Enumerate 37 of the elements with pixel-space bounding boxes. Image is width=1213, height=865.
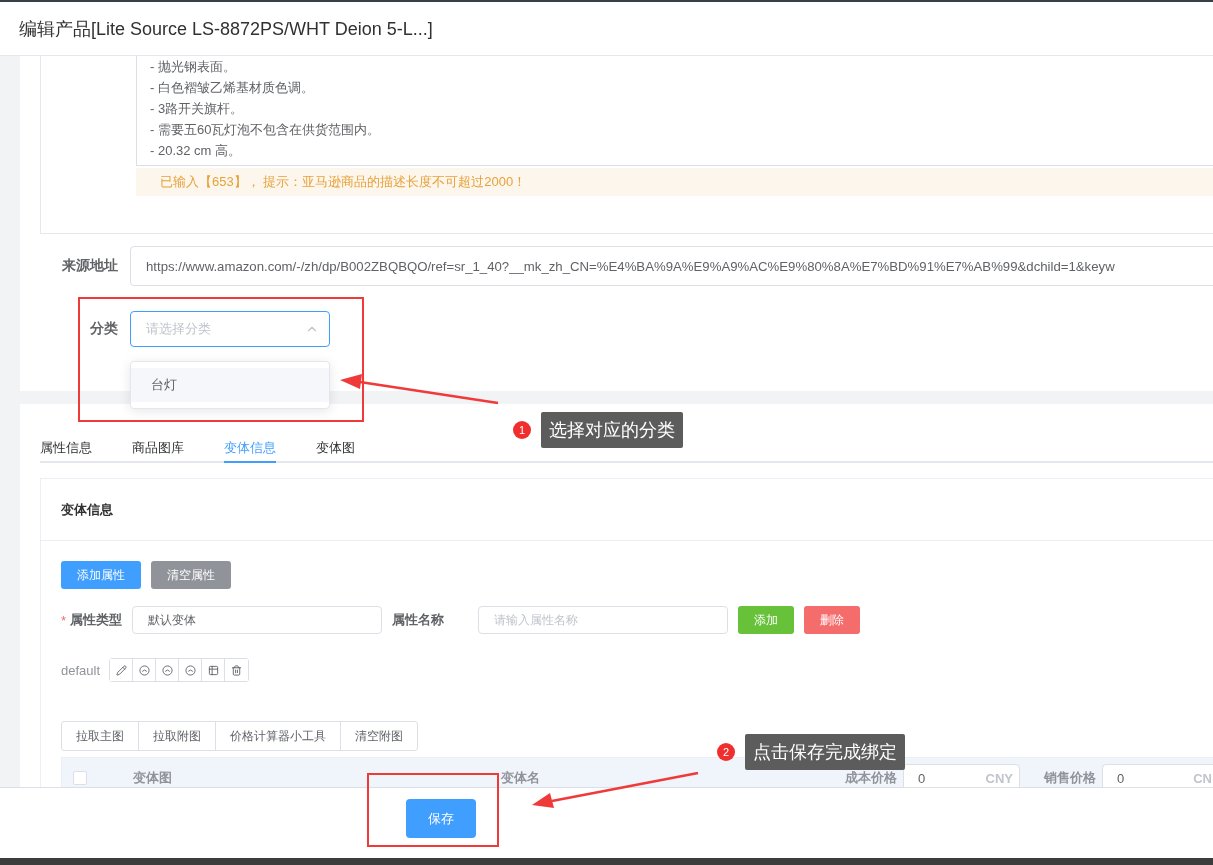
required-mark: *: [61, 612, 67, 628]
tool-button[interactable]: 拉取主图: [61, 721, 139, 751]
tab[interactable]: 属性信息: [40, 434, 92, 463]
source-label: 来源地址: [61, 257, 118, 275]
variant-label: default: [61, 662, 101, 678]
length-notice: 已输入【653】， 提示：亚马逊商品的描述长度不可超过2000！: [136, 168, 1213, 196]
pencil-icon: [115, 664, 127, 676]
tool-button[interactable]: 价格计算器小工具: [215, 721, 341, 751]
dialog-title: 编辑产品[Lite Source LS-8872PS/WHT Deion 5-L...]: [19, 17, 433, 41]
tab[interactable]: 商品图库: [132, 434, 184, 463]
trash-icon: [231, 664, 243, 676]
attribute-type-field[interactable]: 默认变体: [132, 606, 383, 634]
callout-label: 选择对应的分类: [541, 412, 683, 448]
tool-button[interactable]: 清空附图: [340, 721, 418, 751]
callout-label: 点击保存完成绑定: [745, 734, 905, 770]
circle-icon: [161, 664, 173, 676]
column-header: 变体名: [499, 769, 541, 787]
table-icon: [207, 664, 219, 676]
sale-price-label: 销售价格: [1044, 769, 1096, 787]
cost-price-label: 成本价格: [845, 769, 897, 787]
description-field[interactable]: - 抛光钢表面。 - 白色褶皱乙烯基材质色调。 - 3路开关旗杆。 - 需要五60瓦灯泡不包含在供货范围内。 - 20.32 cm 高。: [136, 56, 1213, 166]
category-option[interactable]: 台灯: [131, 368, 329, 402]
attribute-name-label: 属性名称: [392, 611, 445, 629]
panel-title: 变体信息: [61, 500, 113, 519]
checkbox[interactable]: [73, 771, 87, 785]
source-url-field[interactable]: https://www.amazon.com/-/zh/dp/B002ZBQBQO/ref=sr_1_40?__mk_zh_CN=%E4%BA%9A%E9%A9%AC%E9%80%8A%E7%BD%91%E7%AB%99&dchild=1&keyw: [130, 246, 1213, 286]
attribute-name-field[interactable]: 请输入属性名称: [478, 606, 729, 634]
tab[interactable]: 变体图: [316, 434, 355, 463]
circle-icon: [138, 664, 150, 676]
tool-button[interactable]: 拉取附图: [138, 721, 216, 751]
edit-button[interactable]: [110, 659, 134, 681]
category-label: 分类: [89, 320, 118, 338]
attribute-type-label: 属性类型: [70, 611, 123, 629]
column-header: 变体图: [131, 769, 173, 787]
circle-icon: [184, 664, 196, 676]
sale-price-field[interactable]: 0 CN: [1102, 764, 1213, 787]
cost-price-field[interactable]: 0 CNY: [903, 764, 1020, 787]
